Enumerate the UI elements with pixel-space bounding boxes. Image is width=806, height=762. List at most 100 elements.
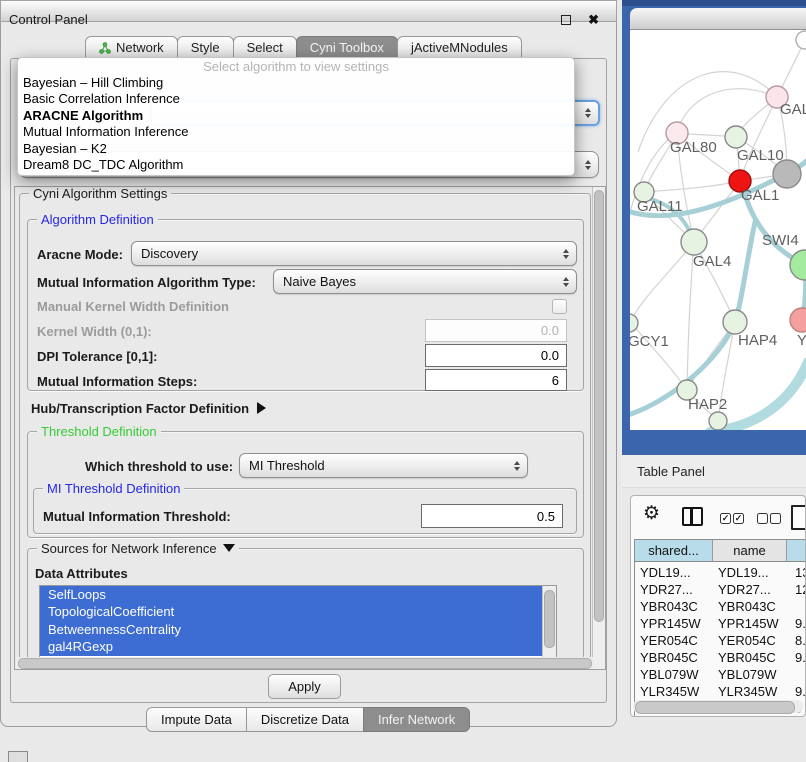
tab-network[interactable]: Network — [85, 36, 178, 59]
cyni-bottom-tabbar: Impute Data Discretize Data Infer Networ… — [147, 707, 470, 730]
network-icon — [99, 42, 111, 54]
node-gal10[interactable] — [725, 126, 747, 148]
tab-impute-data[interactable]: Impute Data — [146, 707, 247, 732]
collapsed-panel-icon[interactable] — [8, 751, 28, 762]
manual-kernel-checkbox[interactable] — [552, 299, 567, 314]
settings-horizontal-scrollbar[interactable] — [16, 657, 594, 669]
list-item-selected[interactable]: gal4RGexp — [40, 638, 556, 655]
document-icon[interactable] — [791, 505, 806, 530]
node-gray[interactable] — [773, 160, 801, 188]
node-swi4[interactable] — [790, 250, 806, 280]
control-panel-titlebar[interactable]: Control Panel ✖ — [0, 0, 617, 22]
cell: YPR145W — [640, 615, 701, 632]
popup-item[interactable]: Basic Correlation Inference — [18, 91, 574, 107]
columns-icon[interactable] — [682, 507, 703, 526]
popup-item-highlighted[interactable]: ARACNE Algorithm — [18, 108, 574, 124]
table-row[interactable]: YBR045C YBR045C 9. — [635, 649, 806, 666]
list-item-selected[interactable]: BetweennessCentrality — [40, 621, 556, 638]
node-label: GCY1 — [630, 333, 669, 350]
mi-steps-label: Mutual Information Steps: — [37, 374, 197, 389]
tab-label: Style — [191, 37, 220, 58]
network-canvas[interactable]: GAL GAL80 GAL10 GAL1 GAL11 SWI4 GAL4 GCY… — [630, 30, 806, 430]
scrollbar-thumb[interactable] — [18, 658, 592, 669]
tab-label: Select — [247, 37, 283, 58]
node-hap4[interactable] — [723, 310, 747, 334]
column-header-name[interactable]: name — [713, 540, 787, 562]
table-row[interactable]: YBL079W YBL079W — [635, 666, 806, 683]
table-row[interactable]: YDR27... YDR27... 12 — [635, 581, 806, 598]
stepper-icon — [585, 108, 591, 118]
stepper-icon — [563, 249, 569, 259]
table-horizontal-scrollbar[interactable] — [633, 700, 803, 713]
cell: YBR045C — [718, 649, 776, 666]
close-icon[interactable]: ✖ — [588, 12, 599, 28]
which-threshold-label: Which threshold to use: — [85, 459, 233, 474]
node[interactable] — [709, 412, 727, 430]
kernel-width-field[interactable]: 0.0 — [425, 319, 567, 342]
aracne-mode-combo[interactable]: Discovery — [131, 241, 577, 266]
cell: YDR27... — [640, 581, 693, 598]
group-title: Algorithm Definition — [37, 212, 158, 227]
settings-scroll-area: Cyni Algorithm Settings Algorithm Defini… — [14, 186, 606, 670]
group-title-row[interactable]: Sources for Network Inference — [37, 541, 239, 556]
cell: YBL079W — [640, 666, 699, 683]
data-attributes-label: Data Attributes — [35, 566, 128, 581]
network-window-titlebar[interactable] — [630, 8, 806, 30]
tab-discretize-data[interactable]: Discretize Data — [246, 707, 364, 732]
expand-arrow-icon[interactable] — [257, 402, 266, 414]
gear-icon[interactable]: ⚙ — [643, 502, 660, 525]
dpi-tolerance-field[interactable]: 0.0 — [425, 344, 567, 367]
column-header-clipped[interactable] — [787, 540, 806, 562]
stepper-icon — [514, 461, 520, 471]
mi-type-combo[interactable]: Naive Bayes — [273, 269, 577, 294]
tab-select[interactable]: Select — [233, 36, 297, 59]
tab-infer-network[interactable]: Infer Network — [363, 707, 470, 732]
settings-vertical-scrollbar[interactable] — [592, 187, 605, 669]
apply-button[interactable]: Apply — [268, 674, 341, 699]
unchecked-box-icon[interactable] — [770, 513, 781, 524]
which-threshold-combo[interactable]: MI Threshold — [239, 453, 528, 478]
popup-item[interactable]: Bayesian – K2 — [18, 141, 574, 157]
checked-box-icon[interactable]: ✓ — [733, 513, 744, 524]
node-gal4[interactable] — [681, 229, 707, 255]
data-attributes-list[interactable]: SelfLoops TopologicalCoefficient Between… — [39, 585, 557, 658]
node-label: GAL4 — [693, 253, 731, 270]
node[interactable] — [796, 31, 806, 49]
scrollbar-thumb[interactable] — [594, 190, 604, 622]
popup-item[interactable]: Dream8 DC_TDC Algorithm — [18, 157, 574, 173]
table-row[interactable]: YLR345W YLR345W 9. — [635, 683, 806, 700]
node-label: GAL10 — [737, 147, 784, 164]
cell: YDL19... — [640, 564, 691, 581]
tab-style[interactable]: Style — [177, 36, 234, 59]
table-panel-title: Table Panel — [637, 464, 705, 479]
tab-cyni-toolbox[interactable]: Cyni Toolbox — [296, 36, 398, 59]
tab-label: jActiveMNodules — [411, 37, 508, 58]
table-row[interactable]: YDL19... YDL19... 13 — [635, 564, 806, 581]
mi-threshold-field[interactable]: 0.5 — [421, 504, 563, 528]
network-graph: GAL GAL80 GAL10 GAL1 GAL11 SWI4 GAL4 GCY… — [630, 30, 806, 430]
table-row[interactable]: YPR145W YPR145W 9. — [635, 615, 806, 632]
table-row[interactable]: YBR043C YBR043C — [635, 598, 806, 615]
scrollbar-thumb[interactable] — [544, 590, 555, 648]
checked-box-icon[interactable]: ✓ — [720, 513, 731, 524]
table-row[interactable]: YER054C YER054C 8. — [635, 632, 806, 649]
collapse-arrow-icon[interactable] — [223, 544, 235, 552]
list-vertical-scrollbar[interactable] — [542, 586, 556, 657]
tab-label: Impute Data — [161, 712, 232, 727]
mi-steps-field[interactable]: 6 — [425, 369, 567, 391]
column-header-shared-name[interactable]: shared... — [635, 540, 713, 562]
dpi-tolerance-value: 0.0 — [541, 348, 559, 363]
node-label: GAL1 — [741, 187, 779, 204]
mi-type-value: Naive Bayes — [283, 274, 356, 289]
popup-item[interactable]: Bayesian – Hill Climbing — [18, 75, 574, 91]
float-window-icon[interactable] — [561, 15, 571, 25]
unchecked-box-icon[interactable] — [757, 513, 768, 524]
popup-item[interactable]: Mutual Information Inference — [18, 124, 574, 140]
list-item-selected[interactable]: TopologicalCoefficient — [40, 603, 556, 620]
node-salmon[interactable] — [790, 308, 806, 332]
tab-jactivemnodules[interactable]: jActiveMNodules — [397, 36, 522, 59]
list-item-selected[interactable]: SelfLoops — [40, 586, 556, 603]
hub-definition-label: Hub/Transcription Factor Definition — [31, 401, 249, 416]
scrollbar-thumb[interactable] — [635, 701, 795, 714]
hub-definition-toggle[interactable]: Hub/Transcription Factor Definition — [31, 401, 266, 416]
